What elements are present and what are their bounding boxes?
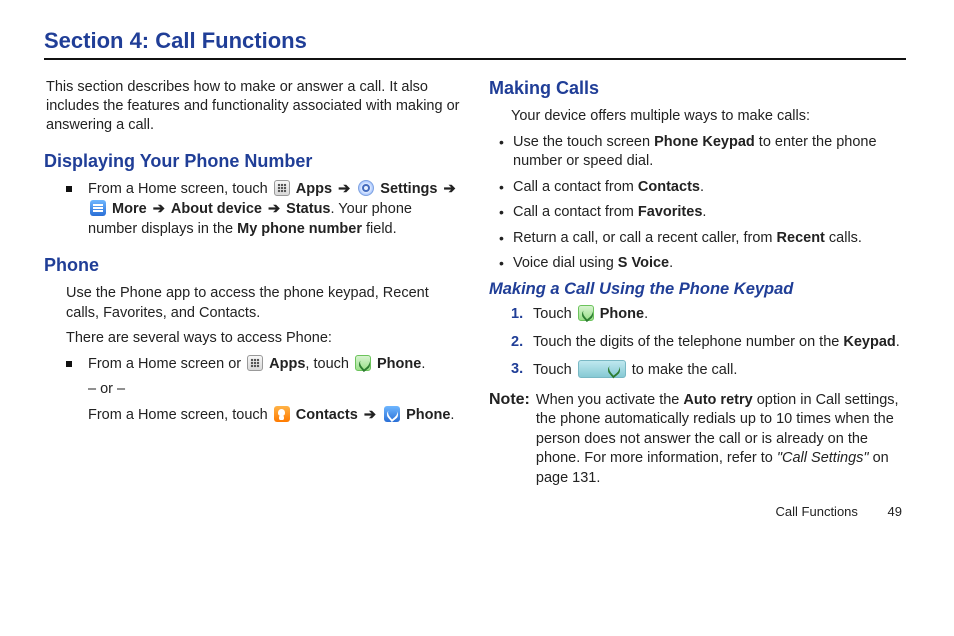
list-item: Voice dial using S Voice. (499, 254, 906, 274)
text: Touch the digits of the telephone number… (533, 334, 843, 350)
text: , touch (305, 356, 353, 372)
display-number-steps: From a Home screen, touch Apps ➔ Setting… (66, 180, 461, 239)
arrow-icon: ➔ (336, 181, 352, 197)
phone-access-item: From a Home screen or Apps, touch Phone.… (66, 355, 461, 426)
status-label: Status (286, 201, 330, 217)
list-item: Return a call, or call a recent caller, … (499, 229, 906, 249)
phone-label: Phone (406, 407, 450, 423)
step-1: Touch Phone. (511, 305, 906, 325)
section-title: Section 4: Call Functions (44, 28, 906, 54)
text: Return a call, or call a recent caller, … (513, 230, 777, 246)
making-calls-paragraph: Your device offers multiple ways to make… (511, 107, 906, 127)
text: calls. (825, 230, 862, 246)
note-block: Note: When you activate the Auto retry o… (489, 391, 906, 489)
cross-ref: "Call Settings" (777, 450, 869, 466)
left-column: This section describes how to make or an… (44, 78, 461, 488)
heading-phone: Phone (44, 255, 461, 276)
arrow-icon: ➔ (266, 201, 282, 217)
section-rule (44, 58, 906, 60)
phone-tab-icon (384, 406, 400, 422)
apps-label: Apps (296, 181, 332, 197)
text: field. (362, 221, 397, 237)
or-separator: – or – (88, 380, 461, 400)
apps-icon (247, 355, 263, 371)
more-icon (90, 200, 106, 216)
my-phone-number-label: My phone number (237, 221, 362, 237)
more-label: More (112, 201, 147, 217)
text: Touch (533, 362, 576, 378)
heading-displaying-number: Displaying Your Phone Number (44, 151, 461, 172)
text: Touch (533, 306, 576, 322)
heading-call-keypad: Making a Call Using the Phone Keypad (489, 280, 906, 299)
contacts-label: Contacts (296, 407, 358, 423)
text: Call a contact from (513, 179, 638, 195)
svoice-label: S Voice (618, 255, 669, 271)
text: Voice dial using (513, 255, 618, 271)
auto-retry-label: Auto retry (683, 392, 752, 408)
page-footer: Call Functions 49 (44, 504, 906, 519)
arrow-icon: ➔ (151, 201, 167, 217)
contacts-label: Contacts (638, 179, 700, 195)
list-item: Call a contact from Favorites. (499, 203, 906, 223)
keypad-steps: Touch Phone. Touch the digits of the tel… (511, 305, 906, 381)
text: From a Home screen, touch (88, 181, 272, 197)
page-number: 49 (888, 504, 902, 519)
text: From a Home screen, touch (88, 407, 272, 423)
recent-label: Recent (777, 230, 825, 246)
contacts-icon (274, 406, 290, 422)
making-calls-list: Use the touch screen Phone Keypad to ent… (499, 133, 906, 274)
about-device-label: About device (171, 201, 262, 217)
settings-label: Settings (380, 181, 437, 197)
phone-access-list: From a Home screen or Apps, touch Phone.… (66, 355, 461, 426)
phone-label: Phone (600, 306, 644, 322)
keypad-label: Keypad (843, 334, 895, 350)
call-button-icon (578, 360, 626, 378)
phone-paragraph-2: There are several ways to access Phone: (66, 329, 461, 349)
phone-icon (355, 355, 371, 371)
intro-paragraph: This section describes how to make or an… (46, 78, 461, 135)
note-body: When you activate the Auto retry option … (536, 391, 906, 489)
list-item: Use the touch screen Phone Keypad to ent… (499, 133, 906, 172)
display-number-step: From a Home screen, touch Apps ➔ Setting… (66, 180, 461, 239)
phone-keypad-label: Phone Keypad (654, 134, 755, 150)
settings-icon (358, 180, 374, 196)
text: Call a contact from (513, 204, 638, 220)
right-column: Making Calls Your device offers multiple… (489, 78, 906, 488)
step-2: Touch the digits of the telephone number… (511, 333, 906, 353)
phone-paragraph-1: Use the Phone app to access the phone ke… (66, 284, 461, 323)
step-3: Touch to make the call. (511, 360, 906, 381)
footer-section-label: Call Functions (776, 504, 858, 519)
arrow-icon: ➔ (442, 181, 458, 197)
apps-label: Apps (269, 356, 305, 372)
arrow-icon: ➔ (362, 407, 378, 423)
apps-icon (274, 180, 290, 196)
two-column-layout: This section describes how to make or an… (44, 78, 906, 488)
text: From a Home screen or (88, 356, 245, 372)
favorites-label: Favorites (638, 204, 702, 220)
phone-icon (578, 305, 594, 321)
heading-making-calls: Making Calls (489, 78, 906, 99)
text: to make the call. (632, 362, 738, 378)
phone-label: Phone (377, 356, 421, 372)
text: Use the touch screen (513, 134, 654, 150)
text: When you activate the (536, 392, 684, 408)
note-label: Note: (489, 391, 530, 489)
list-item: Call a contact from Contacts. (499, 178, 906, 198)
